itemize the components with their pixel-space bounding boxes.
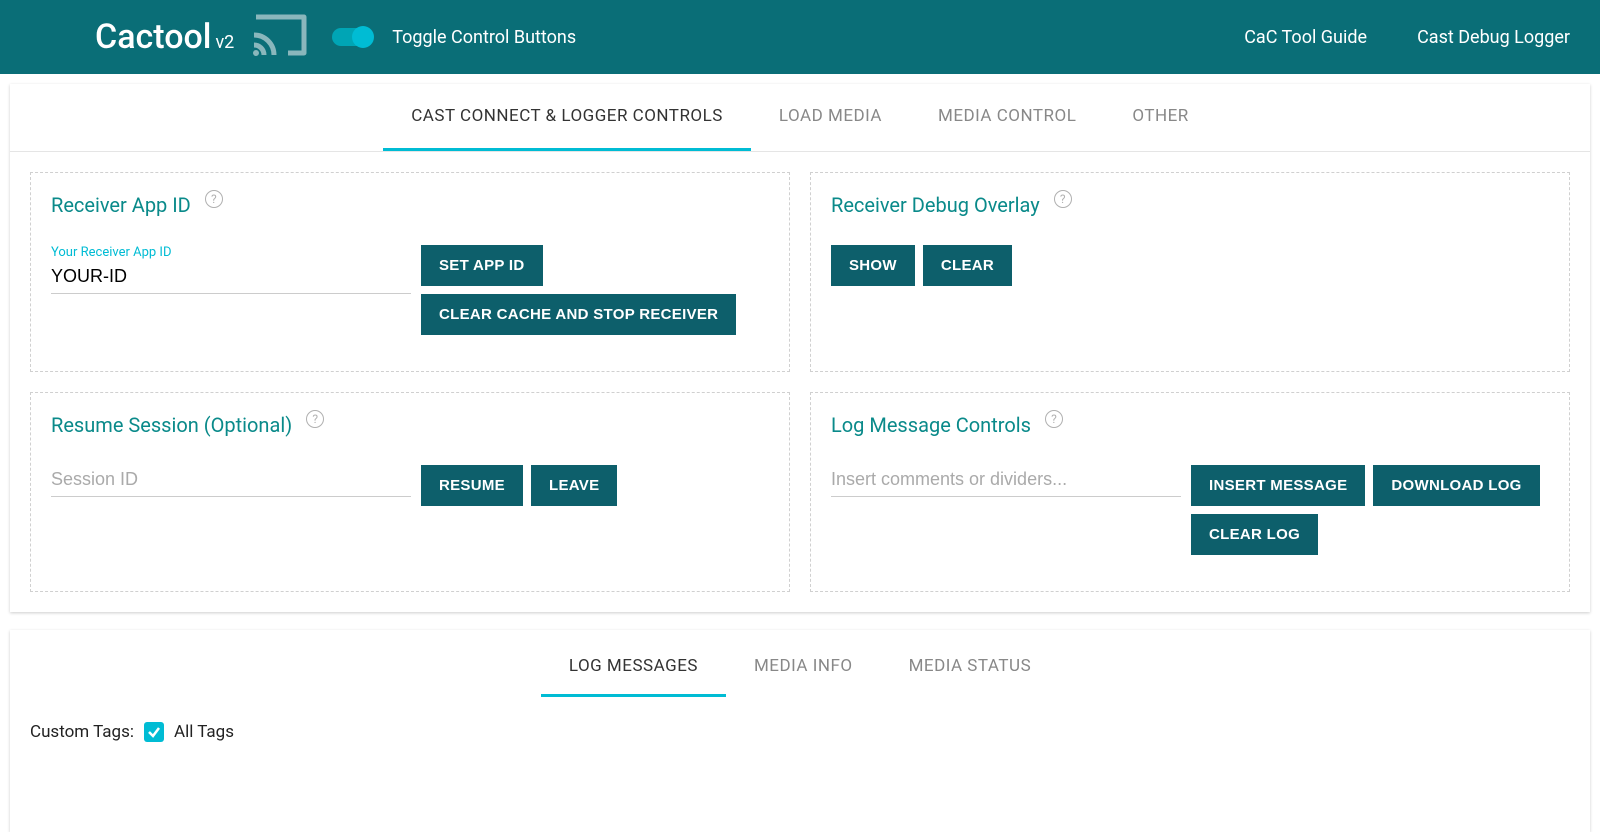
custom-tags-row: Custom Tags: All Tags xyxy=(10,698,1590,742)
resume-button[interactable]: RESUME xyxy=(421,465,523,506)
show-overlay-button[interactable]: SHOW xyxy=(831,245,915,286)
toggle-knob xyxy=(352,26,374,48)
all-tags-label: All Tags xyxy=(174,722,234,742)
app-logo: Cactool v2 xyxy=(95,17,234,57)
card-resume-session: Resume Session (Optional) ? RESUME LEAVE xyxy=(30,392,790,592)
leave-button[interactable]: LEAVE xyxy=(531,465,617,506)
cast-icon xyxy=(252,13,308,61)
logo-title: Cactool xyxy=(95,17,211,57)
link-cast-debug-logger[interactable]: Cast Debug Logger xyxy=(1417,27,1570,48)
toggle-control-buttons-switch[interactable] xyxy=(332,28,372,46)
help-icon[interactable]: ? xyxy=(306,410,324,428)
link-cac-tool-guide[interactable]: CaC Tool Guide xyxy=(1244,27,1367,48)
tab-media-info[interactable]: MEDIA INFO xyxy=(726,638,881,697)
all-tags-checkbox[interactable] xyxy=(144,722,164,742)
card-receiver-debug-overlay: Receiver Debug Overlay ? SHOW CLEAR xyxy=(810,172,1570,372)
card-title: Resume Session (Optional) ? xyxy=(51,413,769,437)
card-title: Log Message Controls ? xyxy=(831,413,1549,437)
clear-overlay-button[interactable]: CLEAR xyxy=(923,245,1012,286)
receiver-app-id-input[interactable] xyxy=(51,262,411,294)
log-message-input[interactable] xyxy=(831,465,1181,497)
clear-cache-stop-receiver-button[interactable]: CLEAR CACHE AND STOP RECEIVER xyxy=(421,294,736,335)
log-tabs: LOG MESSAGES MEDIA INFO MEDIA STATUS xyxy=(10,630,1590,698)
card-receiver-app-id: Receiver App ID ? Your Receiver App ID S… xyxy=(30,172,790,372)
card-title: Receiver App ID ? xyxy=(51,193,769,217)
log-panel: LOG MESSAGES MEDIA INFO MEDIA STATUS Cus… xyxy=(10,630,1590,832)
help-icon[interactable]: ? xyxy=(1054,190,1072,208)
help-icon[interactable]: ? xyxy=(1045,410,1063,428)
session-id-input[interactable] xyxy=(51,465,411,497)
tab-cast-connect[interactable]: CAST CONNECT & LOGGER CONTROLS xyxy=(383,84,751,151)
card-log-message-controls: Log Message Controls ? INSERT MESSAGE DO… xyxy=(810,392,1570,592)
download-log-button[interactable]: DOWNLOAD LOG xyxy=(1373,465,1539,506)
tab-load-media[interactable]: LOAD MEDIA xyxy=(751,84,910,151)
toggle-label: Toggle Control Buttons xyxy=(392,27,576,48)
controls-panel: CAST CONNECT & LOGGER CONTROLS LOAD MEDI… xyxy=(10,84,1590,612)
app-header: Cactool v2 Toggle Control Buttons CaC To… xyxy=(0,0,1600,74)
card-title: Receiver Debug Overlay ? xyxy=(831,193,1549,217)
main-tabs: CAST CONNECT & LOGGER CONTROLS LOAD MEDI… xyxy=(10,84,1590,152)
logo-version: v2 xyxy=(215,32,234,53)
help-icon[interactable]: ? xyxy=(205,190,223,208)
insert-message-button[interactable]: INSERT MESSAGE xyxy=(1191,465,1365,506)
tab-log-messages[interactable]: LOG MESSAGES xyxy=(541,638,726,697)
clear-log-button[interactable]: CLEAR LOG xyxy=(1191,514,1318,555)
set-app-id-button[interactable]: SET APP ID xyxy=(421,245,543,286)
field-label-app-id: Your Receiver App ID xyxy=(51,245,411,260)
tab-media-control[interactable]: MEDIA CONTROL xyxy=(910,84,1104,151)
tab-media-status[interactable]: MEDIA STATUS xyxy=(881,638,1060,697)
custom-tags-label: Custom Tags: xyxy=(30,722,134,742)
tab-other[interactable]: OTHER xyxy=(1104,84,1216,151)
